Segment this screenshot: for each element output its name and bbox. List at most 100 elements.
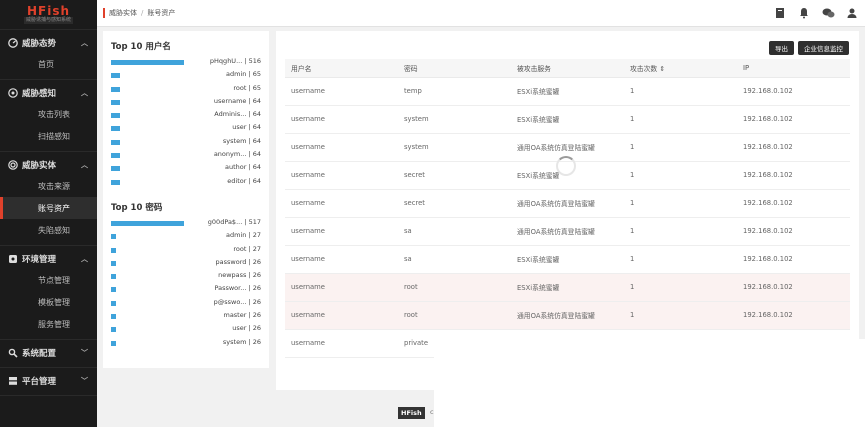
bell-icon[interactable] — [797, 6, 811, 20]
cell-attack-count: 1 — [624, 133, 737, 162]
cell-ip: 192.168.0.102 — [737, 217, 850, 246]
nav-group: 环境管理 ︿ 节点管理 模板管理 服务管理 — [0, 246, 97, 340]
rank-label: username | 64 — [213, 96, 261, 105]
cell-username: username — [285, 133, 398, 162]
rank-bar — [111, 86, 120, 92]
col-attack-count[interactable]: 攻击次数 ⇕ — [624, 59, 737, 78]
rank-bar — [111, 340, 116, 346]
cell-password: sa — [398, 217, 511, 246]
cell-ip: 192.168.0.102 — [737, 133, 850, 162]
rank-label: editor | 64 — [227, 176, 261, 185]
table-row[interactable]: username system ESXi系统蜜罐 1 192.168.0.102 — [285, 105, 850, 134]
nav-group-header[interactable]: 威胁感知 ︿ — [0, 83, 97, 103]
table-row[interactable]: username sa 通用OA系统仿真登陆蜜罐 1 192.168.0.102 — [285, 217, 850, 246]
book-icon[interactable] — [773, 6, 787, 20]
sidebar-item[interactable]: 攻击列表 — [0, 103, 97, 125]
cell-username: username — [285, 105, 398, 134]
header-icons — [773, 6, 859, 20]
app-logo[interactable]: HFish 威胁诱捕与感知系统 — [0, 0, 97, 30]
rank-label: root | 65 — [233, 83, 261, 92]
rank-row: g00dPa$... | 517 — [111, 217, 261, 230]
rank-bar — [111, 247, 116, 253]
cell-ip: 192.168.0.102 — [737, 273, 850, 302]
rank-row: system | 64 — [111, 136, 261, 149]
rank-label: Adminis... | 64 — [214, 110, 261, 119]
sidebar-item[interactable]: 失陷感知 — [0, 219, 97, 241]
rank-label: pHqghU... | 516 — [209, 57, 261, 65]
sidebar: HFish 威胁诱捕与感知系统 威胁态势 ︿ 首页威胁感知 ︿ 攻击列表 扫描感知威胁实体… — [0, 0, 97, 427]
table-row[interactable]: username root 通用OA系统仿真登陆蜜罐 1 192.168.0.102 — [285, 301, 850, 330]
cell-password: root — [398, 273, 511, 302]
rank-bar — [111, 274, 116, 280]
rank-row: Passwor... | 26 — [111, 283, 261, 296]
export-button[interactable]: 导出 — [769, 41, 794, 55]
sidebar-item[interactable]: 账号资产 — [0, 197, 97, 219]
enterprise-monitor-button[interactable]: 企业信息监控 — [798, 41, 849, 55]
rank-label: admin | 27 — [226, 231, 261, 240]
breadcrumb-parent[interactable]: 威胁实体 — [109, 8, 137, 18]
chevron-up-icon: ︿ — [81, 39, 88, 47]
account-table: 用户名 密码 被攻击服务 攻击次数 ⇕ IP username temp ESXi系… — [285, 59, 850, 358]
rank-row: admin | 65 — [111, 69, 261, 82]
top10-card: Top 10 用户名 pHqghU... | 516 admin | 65 root… — [103, 31, 269, 368]
chat-icon[interactable] — [821, 6, 835, 20]
table-row[interactable]: username secret 通用OA系统仿真登陆蜜罐 1 192.168.0.102 — [285, 189, 850, 218]
rank-label: Passwor... | 26 — [214, 284, 261, 293]
rank-bar — [111, 327, 116, 333]
rank-row: master | 26 — [111, 310, 261, 323]
rank-label: anonym... | 64 — [213, 150, 261, 159]
chevron-down-icon: ﹀ — [81, 349, 88, 357]
sidebar-item[interactable]: 模板管理 — [0, 291, 97, 313]
table-row[interactable]: username temp ESXi系统蜜罐 1 192.168.0.102 — [285, 77, 850, 106]
nav-group-header[interactable]: 威胁实体 ︿ — [0, 155, 97, 175]
col-password: 密码 — [398, 59, 511, 78]
sidebar-item[interactable]: 服务管理 — [0, 313, 97, 335]
sidebar-item[interactable]: 攻击来源 — [0, 175, 97, 197]
col-username: 用户名 — [285, 59, 398, 78]
top-header: 威胁实体 / 账号资产 — [97, 0, 865, 27]
rank-bar — [111, 73, 120, 79]
rank-bar — [111, 113, 120, 119]
nav-group-header[interactable]: 系统配置 ﹀ — [0, 343, 97, 363]
gauge-icon — [8, 38, 18, 48]
server-icon — [8, 376, 18, 386]
rank-row: user | 26 — [111, 323, 261, 336]
rank-bar — [111, 314, 116, 320]
breadcrumb-separator: / — [141, 9, 144, 17]
user-avatar-icon[interactable] — [845, 6, 859, 20]
rank-bar — [111, 126, 120, 132]
cell-password: secret — [398, 161, 511, 190]
sidebar-nav: 威胁态势 ︿ 首页 威胁感知 ︿ 攻击列表 扫描感知 威胁实体 ︿ 攻击来源 账号资产 失陷感知 环境管… — [0, 30, 97, 396]
cell-service: 通用OA系统仿真登陆蜜罐 — [511, 301, 624, 330]
loading-spinner-icon — [556, 156, 576, 176]
nav-group-title: 系统配置 — [22, 349, 57, 359]
logo-subtitle: 威胁诱捕与感知系统 — [23, 17, 73, 24]
cell-username: username — [285, 217, 398, 246]
breadcrumb-marker — [103, 8, 105, 18]
sidebar-item[interactable]: 节点管理 — [0, 269, 97, 291]
nav-group-header[interactable]: 环境管理 ︿ — [0, 249, 97, 269]
sidebar-item[interactable]: 扫描感知 — [0, 125, 97, 147]
nav-group-header[interactable]: 威胁态势 ︿ — [0, 33, 97, 53]
account-table-card: 导出 企业信息监控 用户名 密码 被攻击服务 攻击次数 ⇕ IP usernam… — [276, 31, 859, 390]
cell-ip: 192.168.0.102 — [737, 161, 850, 190]
table-row[interactable]: username sa ESXi系统蜜罐 1 192.168.0.102 — [285, 245, 850, 274]
cell-service: ESXi系统蜜罐 — [511, 105, 624, 134]
cell-service: 通用OA系统仿真登陆蜜罐 — [511, 217, 624, 246]
col-service: 被攻击服务 — [511, 59, 624, 78]
table-row[interactable]: username root ESXi系统蜜罐 1 192.168.0.102 — [285, 273, 850, 302]
chevron-up-icon: ︿ — [81, 89, 88, 97]
rank-label: root | 27 — [233, 244, 261, 253]
settings-icon — [8, 254, 18, 264]
nav-group-title: 平台管理 — [22, 377, 57, 387]
top-usernames-title: Top 10 用户名 — [111, 42, 171, 52]
rank-row: pHqghU... | 516 — [111, 56, 261, 69]
nav-group: 威胁实体 ︿ 攻击来源 账号资产 失陷感知 — [0, 152, 97, 246]
cell-username: username — [285, 273, 398, 302]
col-ip: IP — [737, 59, 850, 78]
cell-attack-count: 1 — [624, 161, 737, 190]
nav-group-header[interactable]: 平台管理 ﹀ — [0, 371, 97, 391]
footer-brand: HFish — [398, 407, 425, 419]
sidebar-item[interactable]: 首页 — [0, 53, 97, 75]
nav-group: 平台管理 ﹀ — [0, 368, 97, 396]
